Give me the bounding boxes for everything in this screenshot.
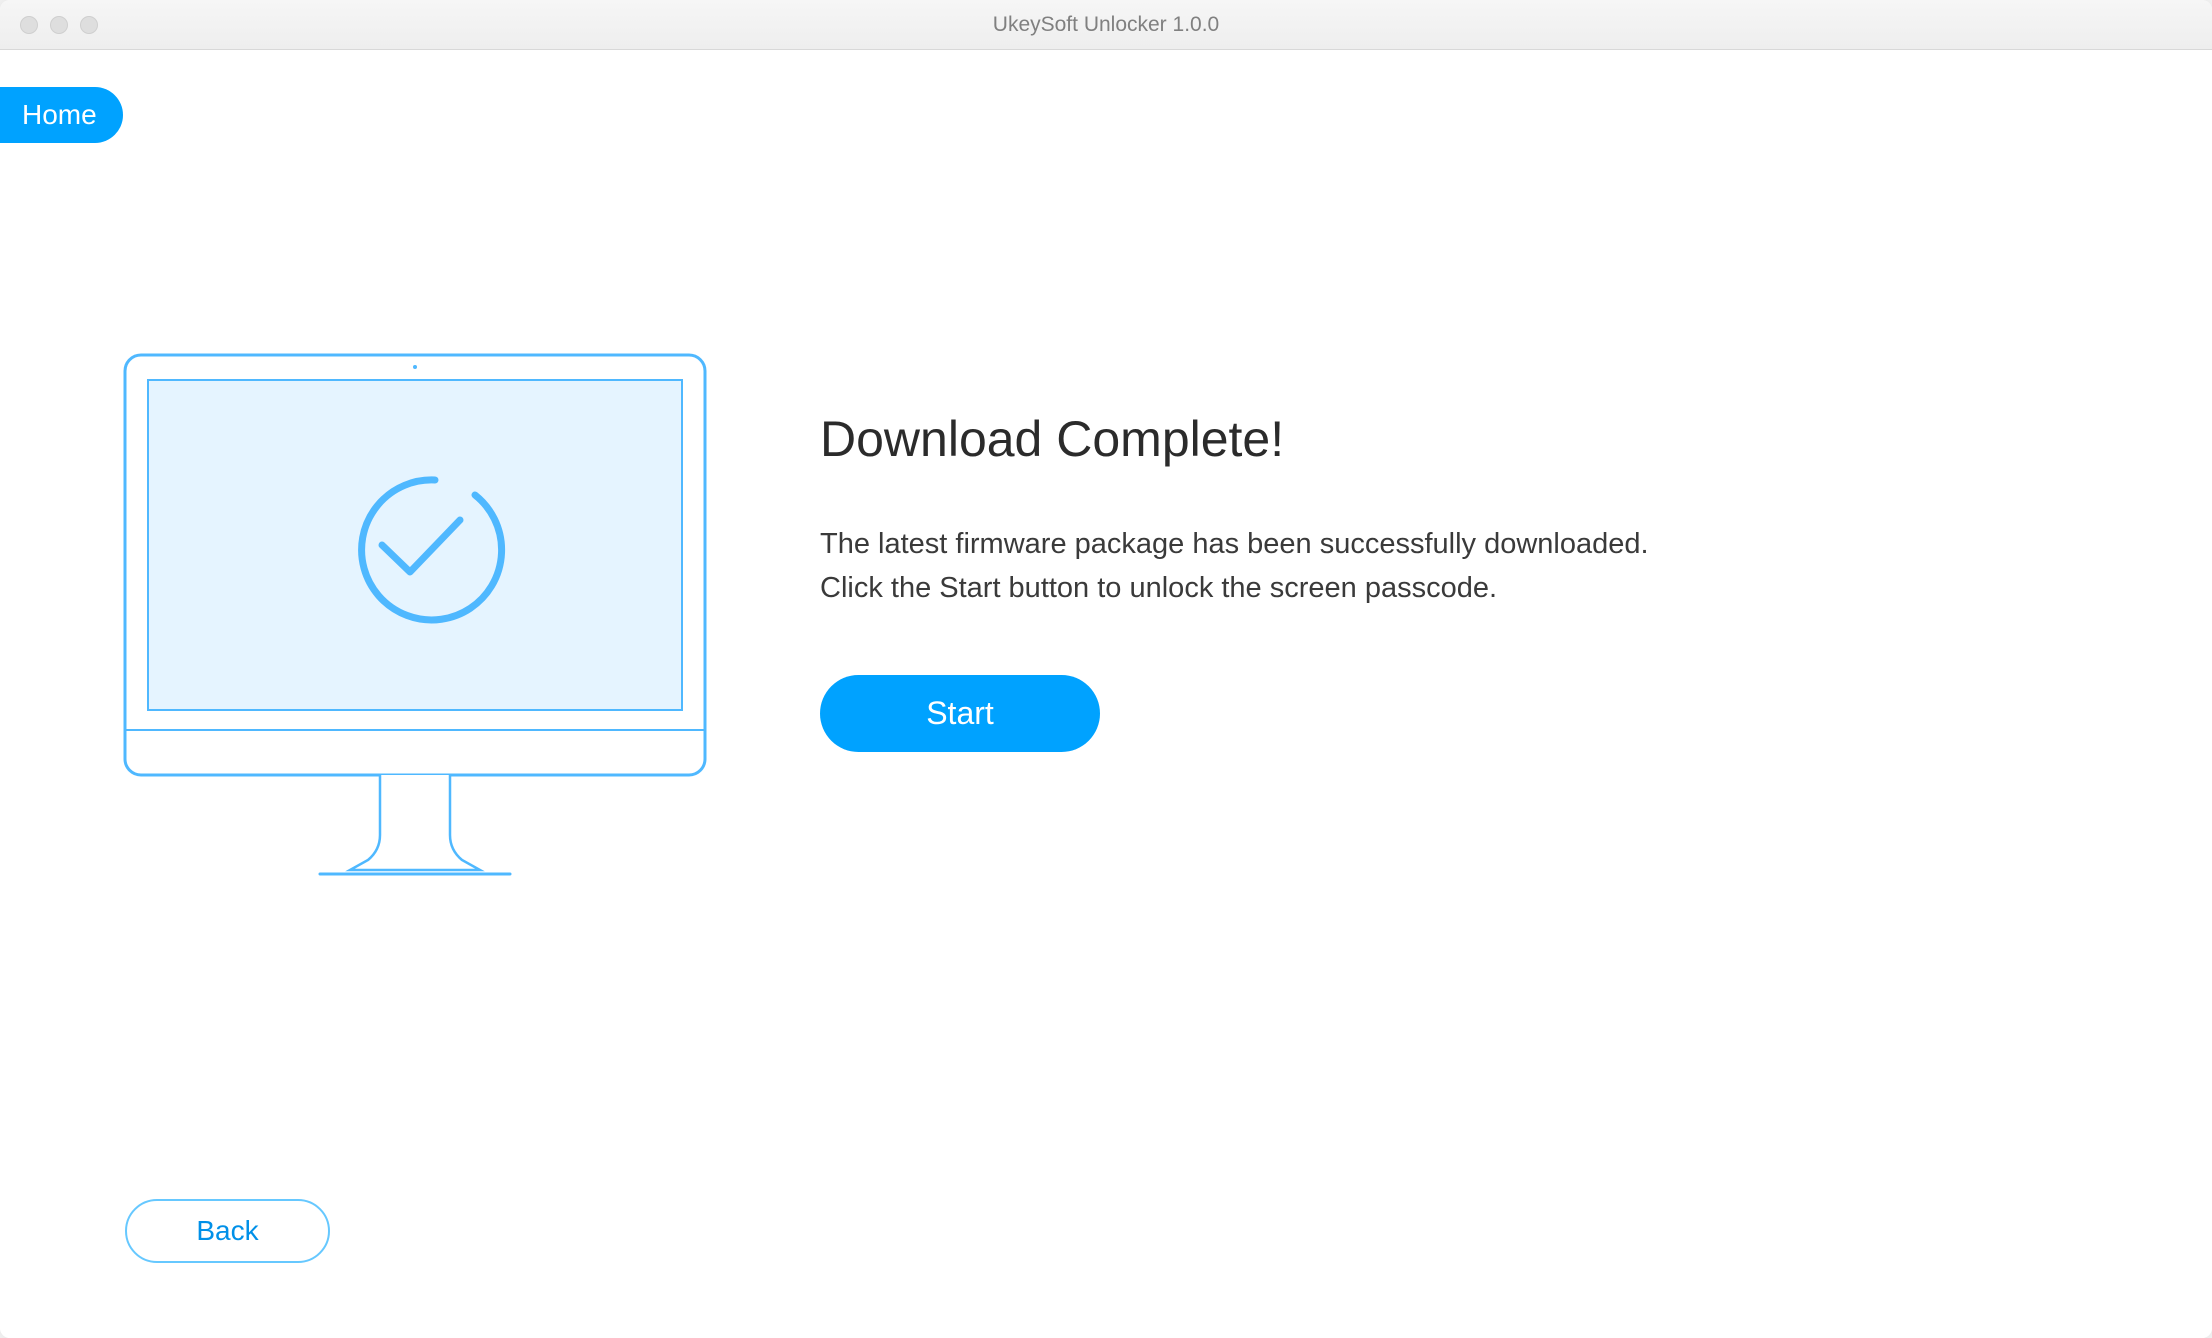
- back-button[interactable]: Back: [125, 1199, 330, 1263]
- description-line-2: Click the Start button to unlock the scr…: [820, 572, 1497, 604]
- window-title: UkeySoft Unlocker 1.0.0: [993, 13, 1219, 37]
- close-window-icon[interactable]: [20, 16, 38, 34]
- monitor-complete-icon: [120, 350, 710, 880]
- maximize-window-icon[interactable]: [80, 16, 98, 34]
- home-button[interactable]: Home: [0, 87, 123, 143]
- description-line-1: The latest firmware package has been suc…: [820, 528, 1649, 560]
- description-text: The latest firmware package has been suc…: [820, 523, 2092, 610]
- minimize-window-icon[interactable]: [50, 16, 68, 34]
- content-area: Home: [0, 50, 2212, 1338]
- titlebar: UkeySoft Unlocker 1.0.0: [0, 0, 2212, 50]
- main-area: Download Complete! The latest firmware p…: [0, 50, 2212, 880]
- right-panel: Download Complete! The latest firmware p…: [820, 350, 2092, 752]
- start-button[interactable]: Start: [820, 675, 1100, 752]
- traffic-lights: [0, 16, 98, 34]
- app-window: UkeySoft Unlocker 1.0.0 Home: [0, 0, 2212, 1338]
- page-heading: Download Complete!: [820, 410, 2092, 468]
